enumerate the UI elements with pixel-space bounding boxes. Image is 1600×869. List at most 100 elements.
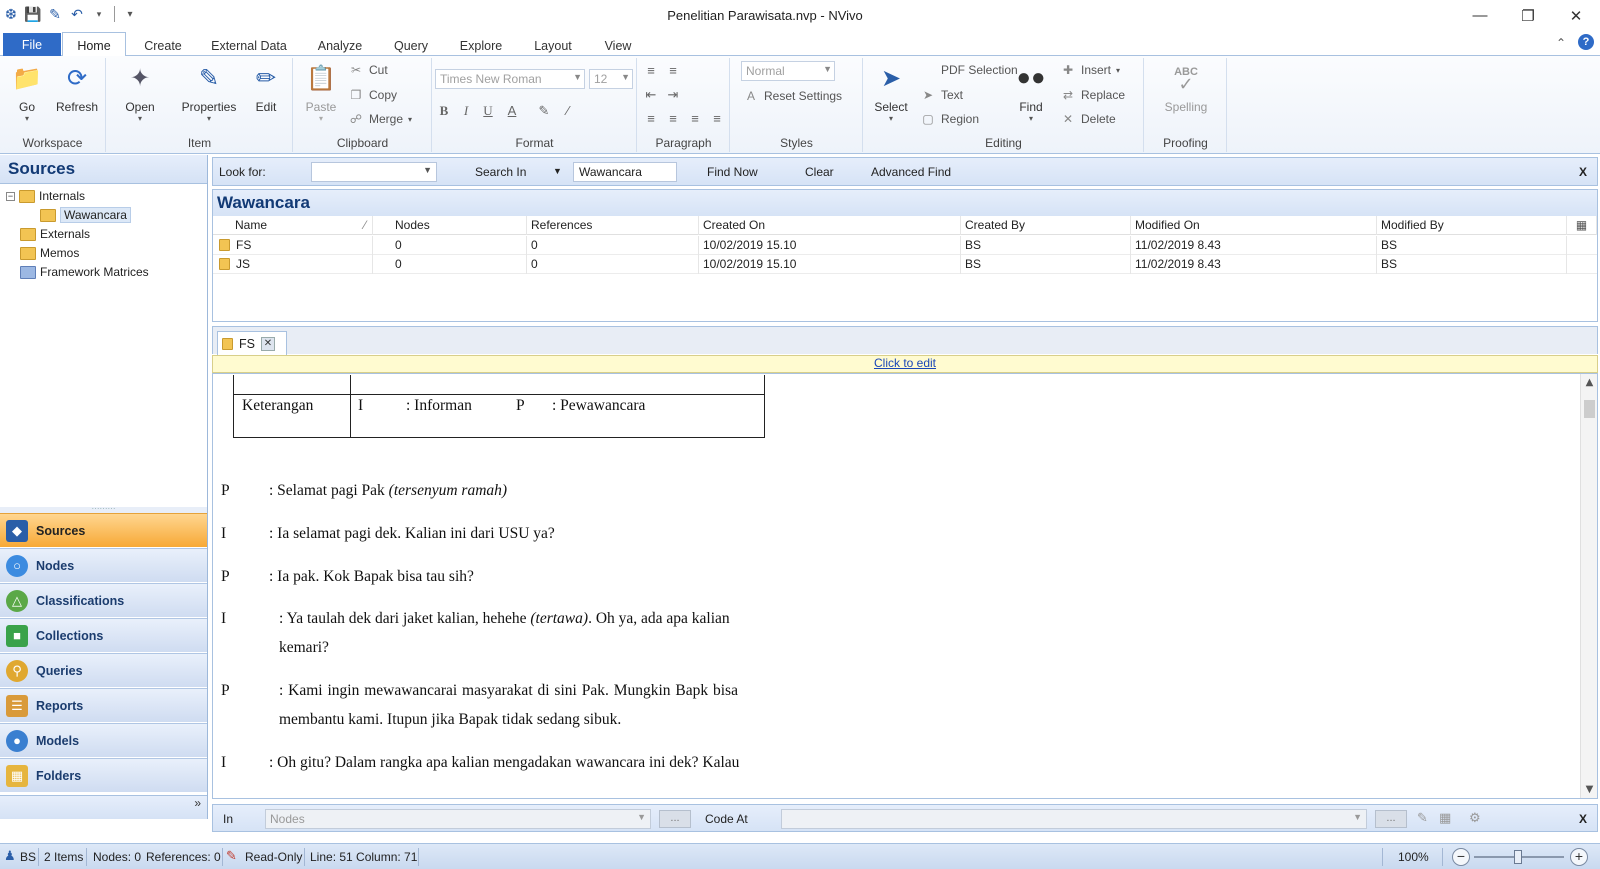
- font-family-combo[interactable]: Times New Roman ▼: [435, 69, 585, 89]
- in-combo[interactable]: Nodes ▼: [265, 809, 651, 829]
- tab-home[interactable]: Home: [62, 32, 126, 57]
- align-right-icon[interactable]: ≡: [686, 110, 704, 128]
- align-left-icon[interactable]: ≡: [642, 110, 660, 128]
- text-selection-button[interactable]: ➤ Text: [920, 85, 963, 105]
- nav-more-button[interactable]: »: [0, 795, 207, 819]
- nav-button-folders[interactable]: ▦ Folders: [0, 758, 207, 792]
- minimize-ribbon-icon[interactable]: ⌃: [1556, 36, 1566, 50]
- replace-button[interactable]: ⇄ Replace: [1060, 85, 1125, 105]
- tab-explore[interactable]: Explore: [452, 35, 510, 56]
- zoom-out-icon[interactable]: −: [1452, 848, 1470, 866]
- code-options-icon[interactable]: ⚙: [1469, 810, 1481, 826]
- in-browse-button[interactable]: ...: [659, 810, 691, 828]
- nav-button-nodes[interactable]: ○ Nodes: [0, 548, 207, 582]
- detail-tab-fs[interactable]: FS ✕: [217, 331, 287, 355]
- find-button[interactable]: ●● Find ▾: [1008, 60, 1054, 126]
- advanced-find-button[interactable]: Advanced Find: [871, 165, 951, 179]
- region-selection-button[interactable]: ▢ Region: [920, 109, 979, 129]
- close-tab-icon[interactable]: ✕: [260, 336, 275, 351]
- spelling-button[interactable]: ABC ✓ Spelling: [1151, 60, 1221, 126]
- go-button[interactable]: 📁 Go ▾: [4, 60, 50, 126]
- refresh-button[interactable]: ⟳ Refresh: [54, 60, 100, 126]
- insert-button[interactable]: ✚ Insert ▾: [1060, 60, 1120, 80]
- increase-indent-icon[interactable]: ⇥: [664, 86, 682, 104]
- close-button[interactable]: ✕: [1552, 0, 1600, 31]
- document-view[interactable]: Keterangan I : Informan P : Pewawancara …: [212, 373, 1598, 799]
- paste-button[interactable]: 📋 Paste ▾: [298, 60, 344, 126]
- zoom-in-icon[interactable]: +: [1570, 848, 1588, 866]
- copy-button[interactable]: ❐ Copy: [348, 85, 397, 105]
- help-icon[interactable]: ?: [1578, 34, 1594, 50]
- column-modified-on[interactable]: Modified On: [1131, 216, 1377, 235]
- column-references[interactable]: References: [527, 216, 699, 235]
- click-to-edit-link[interactable]: Click to edit: [874, 356, 936, 370]
- nav-button-collections[interactable]: ■ Collections: [0, 618, 207, 652]
- tab-query[interactable]: Query: [386, 35, 436, 56]
- tab-layout[interactable]: Layout: [526, 35, 580, 56]
- code-at-combo[interactable]: ▼: [781, 809, 1367, 829]
- column-name[interactable]: Name ⁄: [213, 216, 373, 235]
- column-created-by[interactable]: Created By: [961, 216, 1131, 235]
- italic-icon[interactable]: I: [457, 102, 475, 120]
- column-chooser-icon[interactable]: ▦: [1567, 216, 1597, 235]
- look-for-input[interactable]: ▼: [311, 162, 437, 182]
- table-row[interactable]: FS 0 0 10/02/2019 15.10 BS 11/02/2019 8.…: [213, 236, 1597, 255]
- pdf-selection-button[interactable]: PDF Selection: [920, 60, 1018, 80]
- tree-item-wawancara[interactable]: Wawancara: [40, 206, 131, 224]
- justify-icon[interactable]: ≡: [708, 110, 726, 128]
- column-modified-by[interactable]: Modified By: [1377, 216, 1567, 235]
- code-at-browse-button[interactable]: ...: [1375, 810, 1407, 828]
- underline-icon[interactable]: U: [479, 102, 497, 120]
- tab-external-data[interactable]: External Data: [204, 35, 294, 56]
- decrease-indent-icon[interactable]: ⇤: [642, 86, 660, 104]
- cut-button[interactable]: ✂ Cut: [348, 60, 388, 80]
- open-button[interactable]: ✦ Open ▾: [117, 60, 163, 126]
- scroll-thumb[interactable]: [1584, 400, 1595, 418]
- document-scrollbar[interactable]: ▲ ▼: [1580, 374, 1597, 798]
- tab-view[interactable]: View: [596, 35, 640, 56]
- coding-bar-close-button[interactable]: X: [1579, 812, 1587, 826]
- highlight-icon[interactable]: ✎: [535, 102, 553, 120]
- scroll-down-icon[interactable]: ▼: [1581, 781, 1597, 798]
- tab-file[interactable]: File: [3, 33, 61, 56]
- clear-button[interactable]: Clear: [805, 165, 834, 179]
- delete-button[interactable]: ✕ Delete: [1060, 109, 1116, 129]
- search-in-dropdown-icon[interactable]: ▼: [553, 166, 562, 176]
- bold-icon[interactable]: B: [435, 102, 453, 120]
- nav-button-queries[interactable]: ⚲ Queries: [0, 653, 207, 687]
- clear-format-icon[interactable]: ∕: [559, 102, 577, 120]
- nav-button-classifications[interactable]: △ Classifications: [0, 583, 207, 617]
- edit-button[interactable]: ✏ Edit: [243, 60, 289, 126]
- nav-button-models[interactable]: ● Models: [0, 723, 207, 757]
- column-nodes[interactable]: Nodes: [373, 216, 527, 235]
- code-icon[interactable]: ✎: [1417, 810, 1428, 826]
- table-row[interactable]: JS 0 0 10/02/2019 15.10 BS 11/02/2019 8.…: [213, 255, 1597, 274]
- align-center-icon[interactable]: ≡: [664, 110, 682, 128]
- font-color-icon[interactable]: A: [503, 102, 521, 120]
- zoom-slider-thumb[interactable]: [1514, 850, 1522, 864]
- tree-item-framework-matrices[interactable]: Framework Matrices: [20, 263, 149, 281]
- collapse-icon[interactable]: −: [6, 191, 15, 201]
- find-bar-close-button[interactable]: X: [1579, 165, 1587, 179]
- search-in-field[interactable]: Wawancara: [573, 162, 677, 182]
- nav-button-reports[interactable]: ☰ Reports: [0, 688, 207, 722]
- properties-button[interactable]: ✎ Properties ▾: [173, 60, 245, 126]
- search-in-button[interactable]: Search In: [475, 165, 526, 179]
- bullets-icon[interactable]: ≡: [642, 62, 660, 80]
- numbering-icon[interactable]: ≡: [664, 62, 682, 80]
- uncode-icon[interactable]: ▦: [1439, 810, 1451, 826]
- tab-create[interactable]: Create: [136, 35, 190, 56]
- merge-button[interactable]: ☍ Merge ▾: [348, 109, 412, 129]
- reset-settings-button[interactable]: A Reset Settings: [743, 86, 842, 106]
- style-combo[interactable]: Normal ▼: [741, 61, 835, 81]
- tab-analyze[interactable]: Analyze: [310, 35, 370, 56]
- restore-button[interactable]: ❐: [1504, 0, 1552, 31]
- tree-item-memos[interactable]: Memos: [20, 244, 79, 262]
- minimize-button[interactable]: —: [1456, 0, 1504, 31]
- scroll-up-icon[interactable]: ▲: [1581, 374, 1597, 391]
- select-button[interactable]: ➤ Select ▾: [868, 60, 914, 126]
- tree-item-internals[interactable]: − Internals: [6, 187, 85, 205]
- look-for-dropdown-icon[interactable]: ▼: [423, 165, 432, 175]
- find-now-button[interactable]: Find Now: [707, 165, 758, 179]
- nav-button-sources[interactable]: ◆ Sources: [0, 513, 207, 547]
